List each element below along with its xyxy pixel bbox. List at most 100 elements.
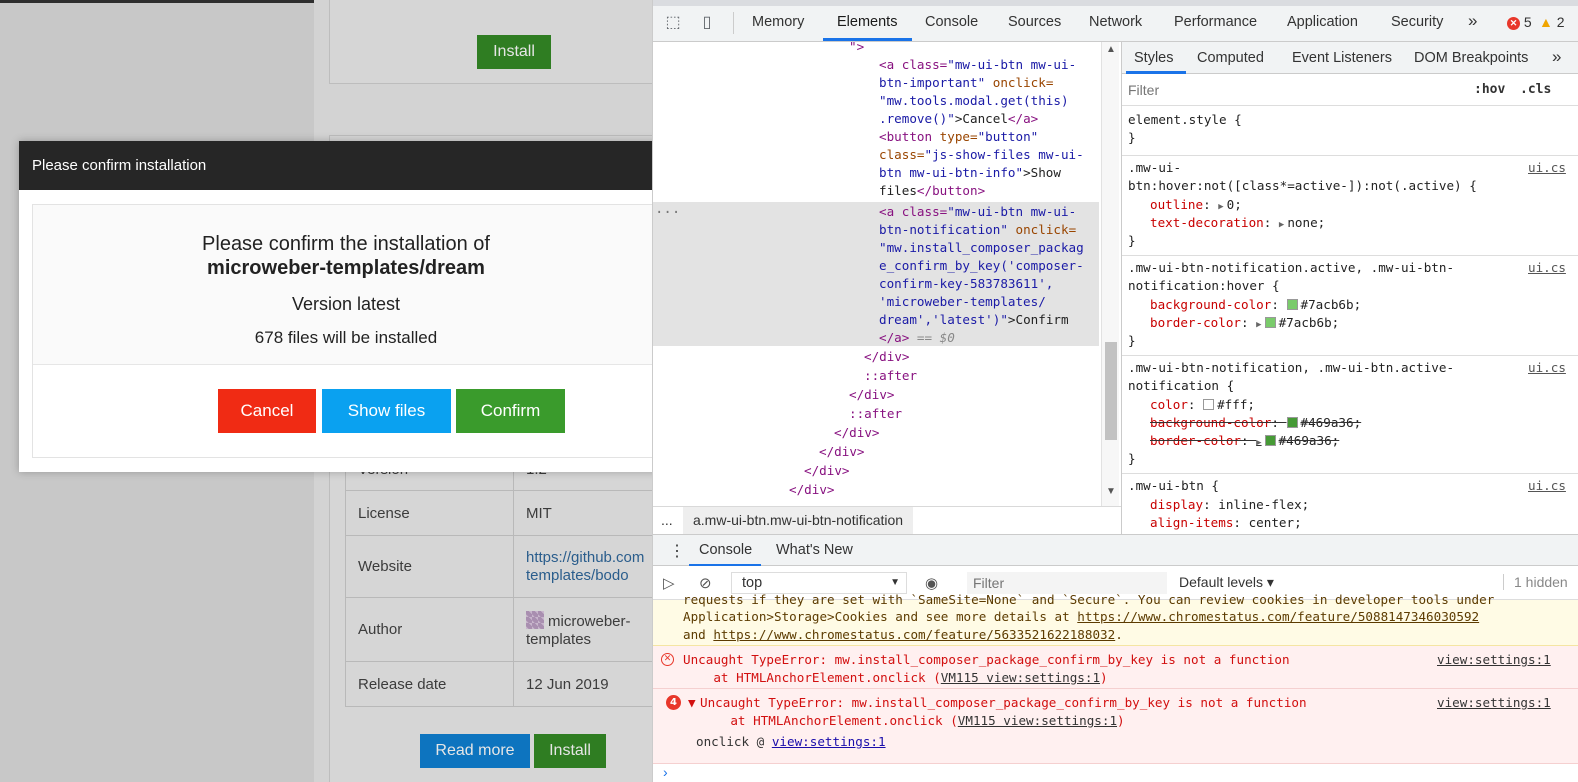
code-line: e_confirm_by_key('composer- [879, 258, 1084, 273]
style-property[interactable]: display: inline-flex; [1150, 496, 1309, 514]
style-property[interactable]: color: #fff; [1150, 396, 1255, 414]
sidebar-toggle-icon[interactable]: ▷ [663, 574, 675, 592]
warning-text: Application>Storage>Cookies and see more… [683, 609, 1480, 624]
website-link[interactable]: https://github.com templates/bodo [513, 535, 652, 598]
code-line: </div> [849, 387, 895, 402]
breadcrumb-item[interactable]: a.mw-ui-btn.mw-ui-btn-notification [683, 507, 914, 534]
scroll-up-icon[interactable]: ▲ [1106, 44, 1116, 55]
tab-dom-breakpoints[interactable]: DOM Breakpoints [1414, 50, 1528, 66]
inspect-element-icon[interactable]: ⬚ [663, 13, 683, 33]
active-tab-indicator [823, 38, 912, 41]
code-line: <a class="mw-ui-btn mw-ui- [879, 57, 1077, 72]
table-row: Website https://github.com templates/bod… [345, 535, 652, 598]
author-name-line1: microweber- [548, 612, 631, 630]
tab-memory[interactable]: Memory [752, 14, 804, 30]
package-info-table: Version 1.2 License MIT Website https://… [345, 448, 652, 707]
tab-performance[interactable]: Performance [1174, 14, 1257, 30]
color-swatch[interactable] [1264, 435, 1276, 446]
onclick-frame-link[interactable]: view:settings:1 [772, 734, 886, 749]
drawer-tab-console[interactable]: Console [699, 542, 752, 558]
chevron-down-icon: ▼ [890, 577, 900, 588]
rule-source-link[interactable]: ui.cs [1528, 359, 1566, 377]
read-more-button[interactable]: Read more [420, 734, 530, 768]
rule-source-link[interactable]: ui.cs [1528, 477, 1566, 495]
error-stack: at HTMLAnchorElement.onclick (VM115 view… [683, 670, 1108, 685]
repeat-count-badge: 4 [666, 695, 681, 710]
log-levels-dropdown[interactable]: Default levels ▾ [1179, 574, 1274, 591]
show-files-button[interactable]: Show files [322, 389, 451, 433]
tab-elements[interactable]: Elements [837, 14, 897, 30]
hidden-messages-count: 1 hidden [1503, 574, 1568, 590]
node-more-icon[interactable]: ··· [655, 204, 680, 222]
install-button-top[interactable]: Install [477, 35, 551, 69]
warning-text: requests if they are set with `SameSite=… [683, 592, 1495, 607]
tab-security[interactable]: Security [1391, 14, 1443, 30]
install-button-bottom[interactable]: Install [534, 734, 606, 768]
warning-count: 2 [1556, 14, 1565, 30]
code-line: dream','latest')">Confirm [879, 312, 1069, 327]
style-property[interactable]: background-color: #7acb6b; [1150, 296, 1361, 314]
error-text: Uncaught TypeError: mw.install_composer_… [700, 695, 1307, 710]
scroll-down-icon[interactable]: ▼ [1106, 486, 1116, 497]
elements-tree[interactable]: ··· "> <a class="mw-ui-btn mw-ui- btn-im… [653, 42, 1121, 506]
confirm-button[interactable]: Confirm [456, 389, 565, 433]
author-avatar [526, 610, 544, 629]
style-property[interactable]: align-items: center; [1150, 514, 1302, 532]
color-swatch[interactable] [1286, 417, 1298, 428]
error-source-link[interactable]: view:settings:1 [1437, 694, 1551, 712]
scrollbar-thumb[interactable] [1105, 342, 1117, 440]
rule-source-link[interactable]: ui.cs [1528, 259, 1566, 277]
live-expression-eye-icon[interactable]: ◉ [925, 574, 938, 592]
more-style-tabs-icon[interactable]: » [1552, 47, 1561, 67]
styles-filter-input[interactable] [1128, 79, 1458, 101]
chromestatus-link[interactable]: https://www.chromestatus.com/feature/508… [1077, 609, 1479, 624]
tab-network[interactable]: Network [1089, 14, 1142, 30]
style-property[interactable]: text-decoration: ▶ none; [1150, 214, 1325, 234]
drawer-tab-whats-new[interactable]: What's New [776, 542, 853, 558]
tab-application[interactable]: Application [1287, 14, 1358, 30]
chromestatus-link[interactable]: https://www.chromestatus.com/feature/563… [713, 627, 1115, 642]
style-rule-notification-hover: .mw-ui-btn-notification.active, .mw-ui-b… [1122, 256, 1578, 356]
hover-state-toggle[interactable]: :hov [1474, 82, 1505, 97]
warning-counter[interactable]: ▲ 2 [1539, 14, 1565, 30]
breadcrumb-more-icon[interactable]: ... [661, 512, 673, 528]
device-toolbar-icon[interactable]: ▯ [697, 13, 717, 33]
tab-styles[interactable]: Styles [1134, 50, 1174, 66]
more-tabs-icon[interactable]: » [1468, 11, 1477, 31]
rule-selector: .mw-ui-btn-notification, .mw-ui-btn.acti… [1128, 360, 1455, 375]
color-swatch[interactable] [1203, 399, 1215, 410]
style-rule-element: element.style { } [1122, 108, 1578, 156]
rule-close: } [1128, 333, 1136, 348]
style-property-overridden[interactable]: border-color: ▶ #469a36; [1150, 432, 1339, 452]
drawer-menu-icon[interactable]: ⋮ [669, 541, 685, 561]
author-name-line2: templates [526, 630, 592, 648]
error-icon: ✕ [661, 653, 674, 666]
code-line: "mw.tools.modal.get(this) [879, 93, 1069, 108]
table-key: Website [345, 535, 514, 598]
elements-scrollbar[interactable]: ▲ ▼ [1101, 42, 1119, 506]
cancel-button[interactable]: Cancel [218, 389, 316, 433]
rule-close: } [1128, 451, 1136, 466]
clear-console-icon[interactable]: ⊘ [699, 574, 712, 592]
tab-console[interactable]: Console [925, 14, 978, 30]
stack-frame-link[interactable]: VM115 view:settings:1 [958, 713, 1117, 728]
code-line: </div> [789, 482, 835, 497]
color-swatch[interactable] [1264, 317, 1276, 328]
stack-frame-link[interactable]: VM115 view:settings:1 [941, 670, 1100, 685]
tab-sources[interactable]: Sources [1008, 14, 1061, 30]
class-toggle[interactable]: .cls [1520, 82, 1551, 97]
console-error-message-grouped: 4 ▼ Uncaught TypeError: mw.install_compo… [653, 689, 1578, 764]
code-line: btn mw-ui-btn-info">Show [879, 165, 1061, 180]
error-source-link[interactable]: view:settings:1 [1437, 651, 1551, 669]
rule-source-link[interactable]: ui.cs [1528, 159, 1566, 177]
tab-event-listeners[interactable]: Event Listeners [1292, 50, 1392, 66]
console-prompt-icon[interactable]: › [663, 764, 668, 780]
tab-computed[interactable]: Computed [1197, 50, 1264, 66]
style-property[interactable]: border-color: ▶ #7acb6b; [1150, 314, 1339, 334]
rule-selector: notification { [1128, 378, 1235, 393]
error-counter[interactable]: ✕ 5 [1507, 14, 1532, 30]
expand-triangle-icon[interactable]: ▼ [688, 694, 696, 712]
style-property-overridden[interactable]: background-color: #469a36; [1150, 414, 1361, 432]
code-line: btn-important" onclick= [879, 75, 1054, 90]
color-swatch[interactable] [1286, 299, 1298, 310]
